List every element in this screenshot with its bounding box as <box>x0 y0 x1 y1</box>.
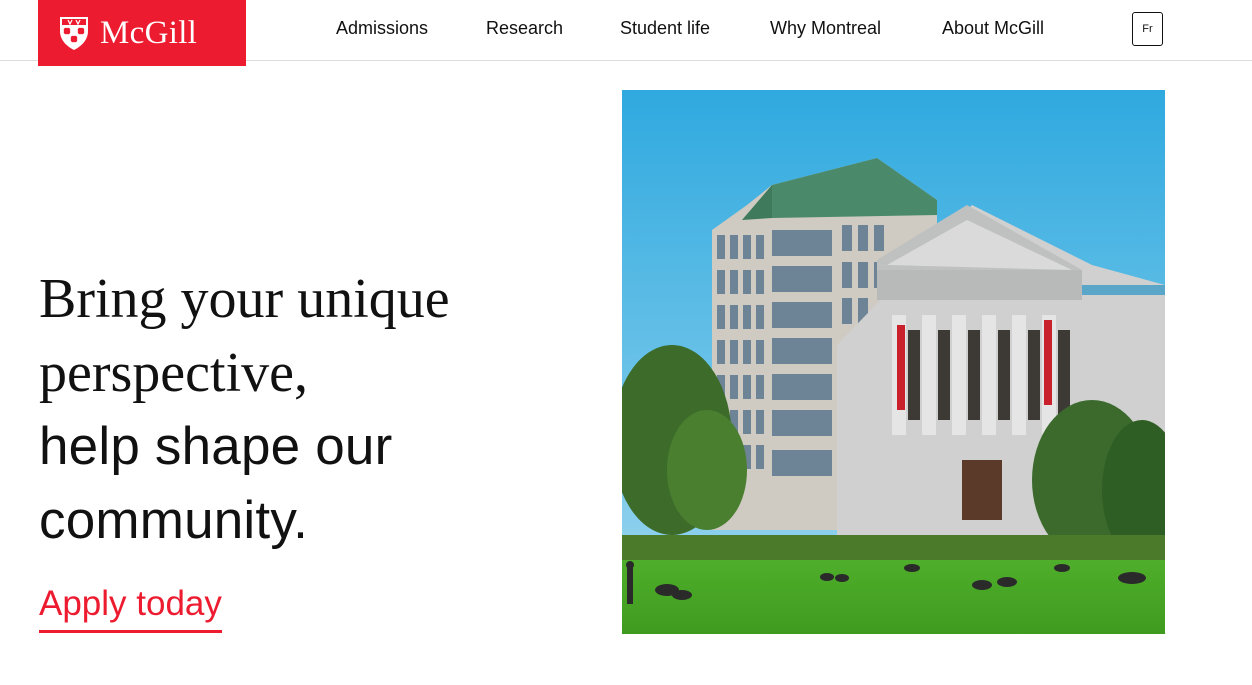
nav-why-montreal[interactable]: Why Montreal <box>770 18 881 39</box>
hero-line-4: community. <box>39 491 309 550</box>
hero-headline-sans: help shape our community. <box>39 410 392 558</box>
apply-today-link[interactable]: Apply today <box>39 584 222 633</box>
language-toggle-button[interactable]: Fr <box>1132 12 1163 46</box>
nav-research[interactable]: Research <box>486 18 563 39</box>
mcgill-shield-icon <box>60 17 88 50</box>
campus-building-photo <box>622 90 1165 634</box>
hero-headline-serif: Bring your unique perspective, <box>39 262 450 410</box>
nav-admissions[interactable]: Admissions <box>336 18 428 39</box>
nav-about-mcgill[interactable]: About McGill <box>942 18 1044 39</box>
logo-text: McGill <box>100 14 198 51</box>
hero-line-2: perspective, <box>39 342 308 404</box>
site-header: McGill Admissions Research Student life … <box>0 0 1252 66</box>
nav-student-life[interactable]: Student life <box>620 18 710 39</box>
hero-line-3: help shape our <box>39 417 393 476</box>
hero-line-1: Bring your unique <box>39 268 450 330</box>
mcgill-logo-link[interactable]: McGill <box>38 0 246 66</box>
